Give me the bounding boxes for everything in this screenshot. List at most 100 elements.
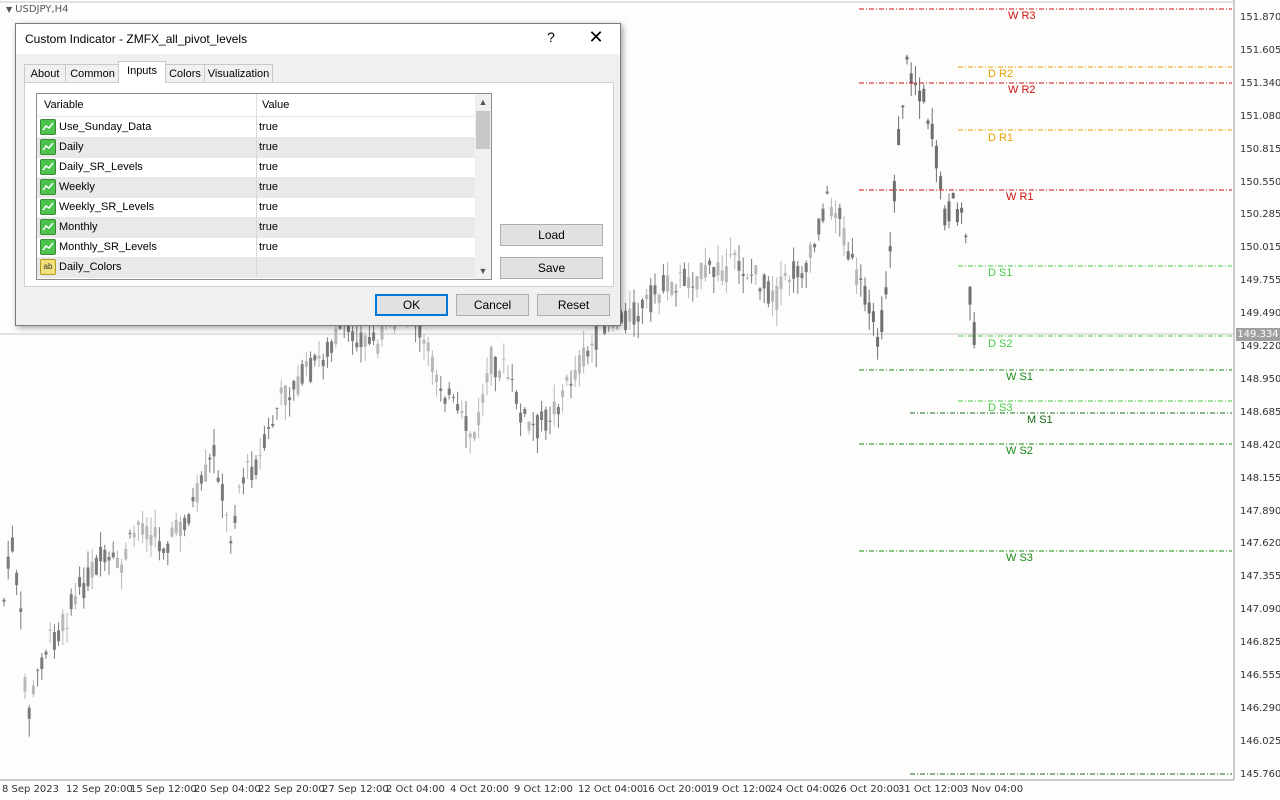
candle-body <box>712 267 716 278</box>
candle-body <box>460 411 464 413</box>
candle-body <box>191 497 195 502</box>
variable-value[interactable]: true <box>259 201 278 213</box>
candle-body <box>897 129 901 146</box>
column-value[interactable]: Value <box>262 99 289 111</box>
close-button[interactable]: ✕ <box>584 27 608 48</box>
candle-body <box>372 332 376 341</box>
price-tick-label: 150.550 <box>1240 176 1280 188</box>
price-tick-label: 148.685 <box>1240 406 1280 418</box>
tab-visualization[interactable]: Visualization <box>204 64 273 83</box>
candle-body <box>800 273 804 279</box>
collapse-triangle-icon[interactable]: ▼ <box>6 5 12 14</box>
grid-scrollbar[interactable]: ▲ ▼ <box>475 94 491 279</box>
candle-body <box>703 264 707 278</box>
variable-value[interactable]: true <box>259 121 278 133</box>
candle-body <box>876 336 880 347</box>
candle-body <box>128 532 132 534</box>
candle-body <box>153 527 157 538</box>
candle-body <box>888 246 892 252</box>
candle-body <box>531 423 535 426</box>
scroll-thumb[interactable] <box>476 111 490 149</box>
tab-about[interactable]: About <box>24 64 66 83</box>
input-row[interactable]: Daily_SR_Levels true <box>37 157 475 178</box>
load-button[interactable]: Load <box>500 224 603 246</box>
candle-body <box>162 548 166 554</box>
input-row[interactable]: Use_Sunday_Data true <box>37 117 475 138</box>
candle-body <box>313 355 317 361</box>
variable-value[interactable]: true <box>259 221 278 233</box>
candle-body <box>762 274 766 289</box>
candle-body <box>19 608 23 612</box>
dialog-titlebar[interactable]: Custom Indicator - ZMFX_all_pivot_levels… <box>16 24 620 54</box>
input-row[interactable]: Daily true <box>37 137 475 158</box>
candle-body <box>170 527 174 537</box>
candle-body <box>548 420 552 422</box>
pivot-level-label: D R1 <box>988 132 1014 144</box>
candle-body <box>367 336 371 344</box>
candle-body <box>506 377 510 379</box>
time-tick-label: 4 Oct 20:00 <box>450 784 509 795</box>
candle-body <box>884 287 888 295</box>
candle-body <box>510 378 514 380</box>
price-tick-label: 146.290 <box>1240 702 1280 714</box>
price-tick-label: 145.760 <box>1240 768 1280 780</box>
tab-inputs[interactable]: Inputs <box>118 61 166 83</box>
input-row[interactable]: Monthly_SR_Levels true <box>37 237 475 258</box>
candle-body <box>821 208 825 222</box>
scroll-down-icon[interactable]: ▼ <box>475 263 491 279</box>
candle-body <box>649 285 653 313</box>
price-tick-label: 146.025 <box>1240 735 1280 747</box>
variable-value[interactable]: true <box>259 181 278 193</box>
variable-value[interactable]: true <box>259 141 278 153</box>
help-button[interactable]: ? <box>543 29 559 45</box>
candle-body <box>380 326 384 340</box>
candle-body <box>636 315 640 322</box>
save-button[interactable]: Save <box>500 257 603 279</box>
candle-body <box>78 576 82 587</box>
candle-body <box>792 261 796 279</box>
tab-colors[interactable]: Colors <box>165 64 205 83</box>
variable-value[interactable]: true <box>259 241 278 253</box>
variable-value[interactable]: true <box>259 161 278 173</box>
cancel-button[interactable]: Cancel <box>456 294 529 316</box>
candle-body <box>246 460 250 463</box>
current-price-tag: 149.334 <box>1236 328 1280 341</box>
input-row[interactable]: Weekly true <box>37 177 475 198</box>
candle-body <box>363 335 367 347</box>
candle-body <box>267 426 271 429</box>
candle-body <box>489 346 493 375</box>
candle-body <box>556 407 560 415</box>
candle-body <box>666 275 670 292</box>
reset-button[interactable]: Reset <box>537 294 610 316</box>
candle-body <box>779 276 783 289</box>
candle-body <box>136 521 140 525</box>
candle-body <box>141 523 145 535</box>
price-tick-label: 147.890 <box>1240 505 1280 517</box>
candle-body <box>871 311 875 322</box>
candle-body <box>464 416 468 431</box>
price-tick-label: 150.015 <box>1240 242 1280 254</box>
price-tick-label: 149.220 <box>1240 341 1280 352</box>
input-row[interactable]: Monthly true <box>37 217 475 238</box>
input-row[interactable]: ab Daily_Colors <box>37 257 475 278</box>
candle-body <box>233 515 237 523</box>
scroll-up-icon[interactable]: ▲ <box>475 94 491 110</box>
pivot-level-label: W S2 <box>1006 445 1033 457</box>
candle-body <box>456 404 460 411</box>
candle-body <box>741 274 745 277</box>
ok-button[interactable]: OK <box>375 294 448 316</box>
candle-body <box>901 105 905 108</box>
tab-common[interactable]: Common <box>65 64 120 83</box>
candle-body <box>94 557 98 575</box>
pivot-level-label: M S1 <box>1027 414 1053 426</box>
candle-body <box>296 376 300 395</box>
candle-body <box>846 251 850 260</box>
price-tick-label: 147.090 <box>1240 604 1280 616</box>
price-tick-label: 146.555 <box>1240 670 1280 681</box>
column-variable[interactable]: Variable <box>44 99 84 111</box>
input-row[interactable]: Weekly_SR_Levels true <box>37 197 475 218</box>
candle-body <box>523 409 527 414</box>
candle-body <box>477 412 481 426</box>
candle-body <box>111 552 115 558</box>
candle-body <box>930 123 934 140</box>
